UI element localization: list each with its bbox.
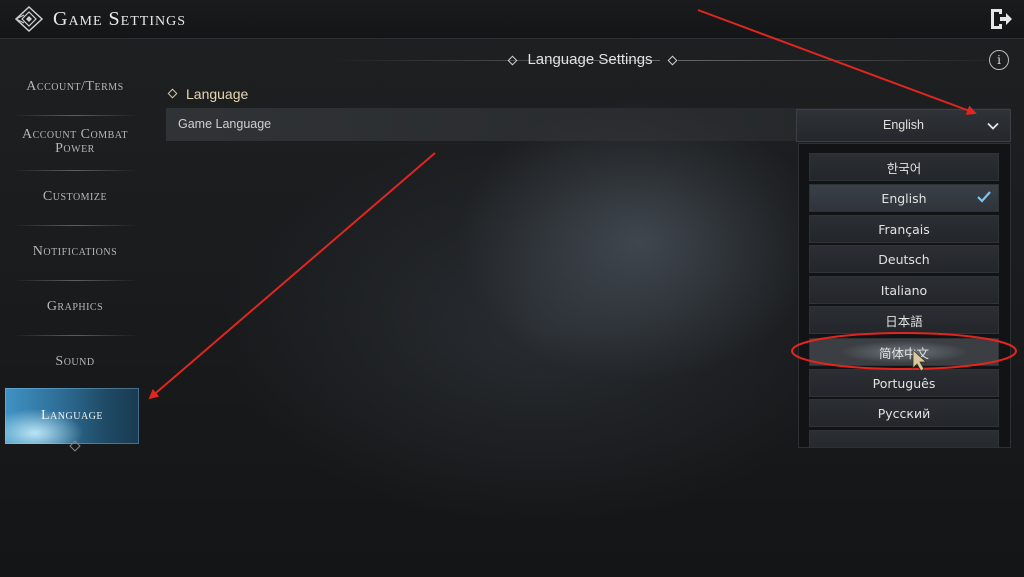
sidebar-item-label: Account/Terms bbox=[26, 79, 124, 94]
dropdown-option-french[interactable]: Français bbox=[809, 215, 999, 243]
language-section-heading: Language bbox=[166, 86, 248, 102]
option-label: 한국어 bbox=[886, 160, 922, 176]
select-current-value: English bbox=[883, 118, 924, 132]
game-language-row: Game Language English bbox=[166, 108, 1011, 142]
sidebar-item-language[interactable]: Language bbox=[5, 388, 139, 444]
sidebar-item-notifications[interactable]: Notifications bbox=[10, 225, 140, 279]
sidebar-item-label: Customize bbox=[42, 189, 108, 204]
section-line-right bbox=[678, 60, 1008, 61]
option-label: Deutsch bbox=[878, 251, 930, 267]
sidebar-item-label: Language bbox=[41, 408, 103, 423]
dropdown-option-english[interactable]: English bbox=[809, 184, 999, 212]
exit-icon[interactable] bbox=[988, 6, 1014, 32]
sidebar-item-label: Account Combat Power bbox=[21, 127, 129, 156]
dropdown-option-korean[interactable]: 한국어 bbox=[809, 153, 999, 181]
dropdown-option-partial[interactable] bbox=[809, 430, 999, 447]
sidebar: Account/Terms Account Combat Power Custo… bbox=[0, 60, 150, 460]
option-label: 日本語 bbox=[885, 313, 923, 329]
sidebar-item-label: Sound bbox=[55, 354, 95, 369]
diamond-bullet-icon bbox=[167, 88, 178, 99]
dropdown-option-simplified-chinese[interactable]: 简体中文 bbox=[809, 338, 999, 366]
dropdown-option-italian[interactable]: Italiano bbox=[809, 276, 999, 304]
dropdown-option-japanese[interactable]: 日本語 bbox=[809, 306, 999, 334]
option-label: English bbox=[881, 190, 927, 206]
option-label: Português bbox=[872, 375, 936, 391]
option-label: 简体中文 bbox=[878, 345, 929, 361]
game-language-label: Game Language bbox=[178, 117, 272, 131]
sidebar-item-customize[interactable]: Customize bbox=[10, 170, 140, 224]
dropdown-option-portuguese[interactable]: Português bbox=[809, 369, 999, 397]
section-title: Language Settings bbox=[527, 51, 653, 68]
language-heading-text: Language bbox=[186, 86, 249, 102]
sidebar-item-account-combat-power[interactable]: Account Combat Power bbox=[10, 115, 140, 169]
section-header: Language Settings bbox=[160, 50, 1020, 70]
checkmark-icon bbox=[977, 191, 991, 203]
top-bar: Game Settings bbox=[0, 0, 1024, 39]
chevron-down-icon bbox=[987, 122, 999, 130]
annotation-arrow-to-language-tab bbox=[148, 152, 436, 400]
game-language-select[interactable]: English bbox=[796, 109, 1011, 142]
game-logo-icon bbox=[14, 5, 44, 33]
option-label: Русский bbox=[877, 405, 931, 421]
sidebar-item-label: Graphics bbox=[46, 299, 104, 314]
sidebar-item-sound[interactable]: Sound bbox=[10, 335, 140, 389]
dropdown-option-russian[interactable]: Русский bbox=[809, 399, 999, 427]
sidebar-item-label: Notifications bbox=[32, 244, 118, 259]
sidebar-item-graphics[interactable]: Graphics bbox=[10, 280, 140, 334]
info-icon[interactable]: i bbox=[989, 50, 1009, 70]
dropdown-option-german[interactable]: Deutsch bbox=[809, 245, 999, 273]
language-dropdown: 한국어 English Français Deutsch Italiano 日本… bbox=[798, 143, 1011, 448]
page-title: Game Settings bbox=[53, 8, 187, 30]
option-label: Italiano bbox=[880, 282, 928, 298]
sidebar-item-account-terms[interactable]: Account/Terms bbox=[10, 60, 140, 114]
option-label: Français bbox=[878, 221, 930, 237]
